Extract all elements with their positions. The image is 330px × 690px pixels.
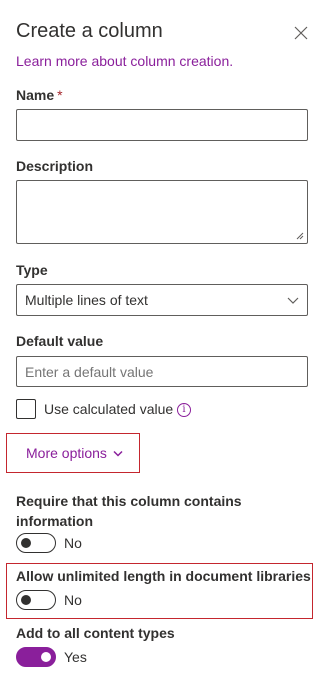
unlimited-length-toggle[interactable] (16, 590, 56, 610)
toggle-knob (41, 652, 51, 662)
unlimited-length-toggle-state: No (64, 592, 82, 608)
name-input[interactable] (16, 109, 308, 141)
unlimited-length-label: Allow unlimited length in document libra… (16, 568, 311, 584)
require-toggle[interactable] (16, 533, 56, 553)
chevron-down-icon (113, 450, 123, 457)
require-label: Require that this column contains inform… (16, 493, 242, 529)
require-toggle-state: No (64, 535, 82, 551)
panel-title: Create a column (16, 20, 163, 42)
description-label: Description (16, 158, 94, 174)
more-options-label: More options (26, 445, 107, 461)
calculated-value-checkbox[interactable] (16, 399, 36, 419)
chevron-down-icon (287, 297, 299, 304)
type-dropdown[interactable]: Multiple lines of text (16, 284, 308, 316)
content-types-toggle-state: Yes (64, 649, 87, 665)
toggle-knob (21, 595, 31, 605)
resize-grip-icon[interactable] (296, 232, 304, 240)
content-types-label: Add to all content types (16, 625, 175, 641)
default-value-label: Default value (16, 333, 104, 349)
info-icon[interactable]: i (177, 403, 191, 417)
name-label: Name * (16, 87, 63, 103)
toggle-knob (21, 538, 31, 548)
more-options-button[interactable]: More options (6, 433, 140, 473)
required-marker: * (57, 87, 63, 103)
type-label: Type (16, 262, 48, 278)
name-label-text: Name (16, 87, 55, 103)
calculated-value-label: Use calculated value (44, 401, 174, 417)
learn-more-link[interactable]: Learn more about column creation. (16, 53, 233, 69)
default-value-input[interactable] (16, 356, 308, 387)
type-selected-value: Multiple lines of text (25, 292, 148, 308)
content-types-toggle[interactable] (16, 647, 56, 667)
close-icon[interactable] (294, 26, 308, 40)
description-textarea[interactable] (16, 180, 308, 244)
